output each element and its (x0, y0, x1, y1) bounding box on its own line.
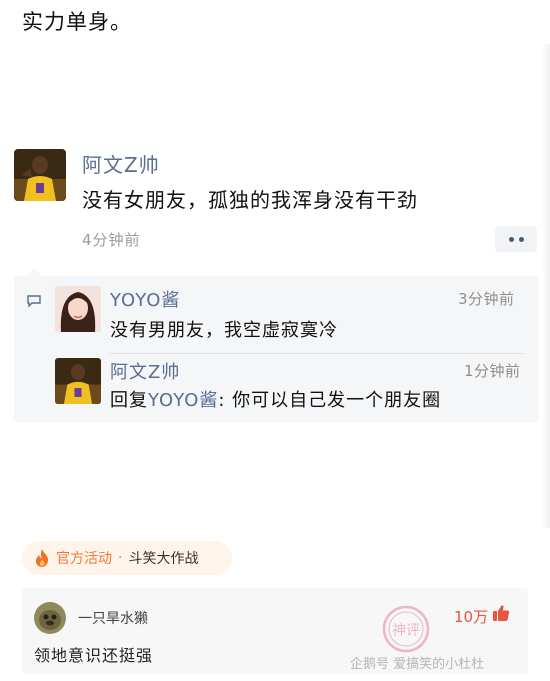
reply-prefix: 回复 (110, 390, 148, 411)
post-time: 4分钟前 (82, 231, 141, 249)
event-separator: · (118, 550, 123, 566)
hot-comment-text: 领地意识还挺强 (34, 646, 154, 665)
post-author-name[interactable]: 阿文Z帅 (82, 149, 160, 178)
comment-time: 3分钟前 (458, 290, 515, 308)
comment-text: 没有男朋友，我空虚寂寞冷 (110, 320, 338, 341)
official-event-tag[interactable]: 官方活动 · 斗笑大作战 (22, 541, 232, 575)
reply-time: 1分钟前 (464, 362, 521, 380)
hot-comment-avatar[interactable] (34, 602, 66, 634)
reply-text: 回复YOYO酱: 你可以自己发一个朋友圈 (110, 386, 441, 412)
reply-body: : 你可以自己发一个朋友圈 (218, 390, 442, 411)
post-author-avatar[interactable] (14, 149, 66, 201)
comment-author[interactable]: YOYO酱 (110, 286, 180, 312)
stamp-text: 神评 (392, 623, 420, 639)
comment-avatar-wen[interactable] (55, 358, 101, 404)
comment-bubble-icon (27, 295, 41, 307)
hot-comment-stamp-icon: 神评 (382, 605, 430, 653)
like-count: 10万 (454, 608, 489, 626)
comment-avatar-yoyo[interactable] (55, 286, 101, 332)
event-name: 斗笑大作战 (128, 551, 199, 567)
comment-pointer (26, 268, 42, 276)
hot-comment-user[interactable]: 一只旱水獭 (78, 608, 148, 628)
flame-icon (36, 549, 49, 567)
post-text: 没有女朋友，孤独的我浑身没有干劲 (82, 188, 418, 212)
reply-author[interactable]: 阿文Z帅 (110, 358, 180, 384)
thumbs-up-icon[interactable] (492, 604, 510, 622)
reply-target[interactable]: YOYO酱 (148, 390, 218, 411)
more-dots-icon[interactable] (495, 226, 537, 252)
screenshot-edge (542, 44, 550, 528)
watermark: 企鹅号 爱搞笑的小杜杜 (350, 657, 485, 672)
event-label: 官方活动 (56, 551, 112, 567)
comment-divider (110, 353, 524, 354)
comment-section: YOYO酱 3分钟前 没有男朋友，我空虚寂寞冷 阿文Z帅 1分钟前 回复YOYO… (14, 268, 538, 422)
headline: 实力单身。 (22, 10, 132, 34)
